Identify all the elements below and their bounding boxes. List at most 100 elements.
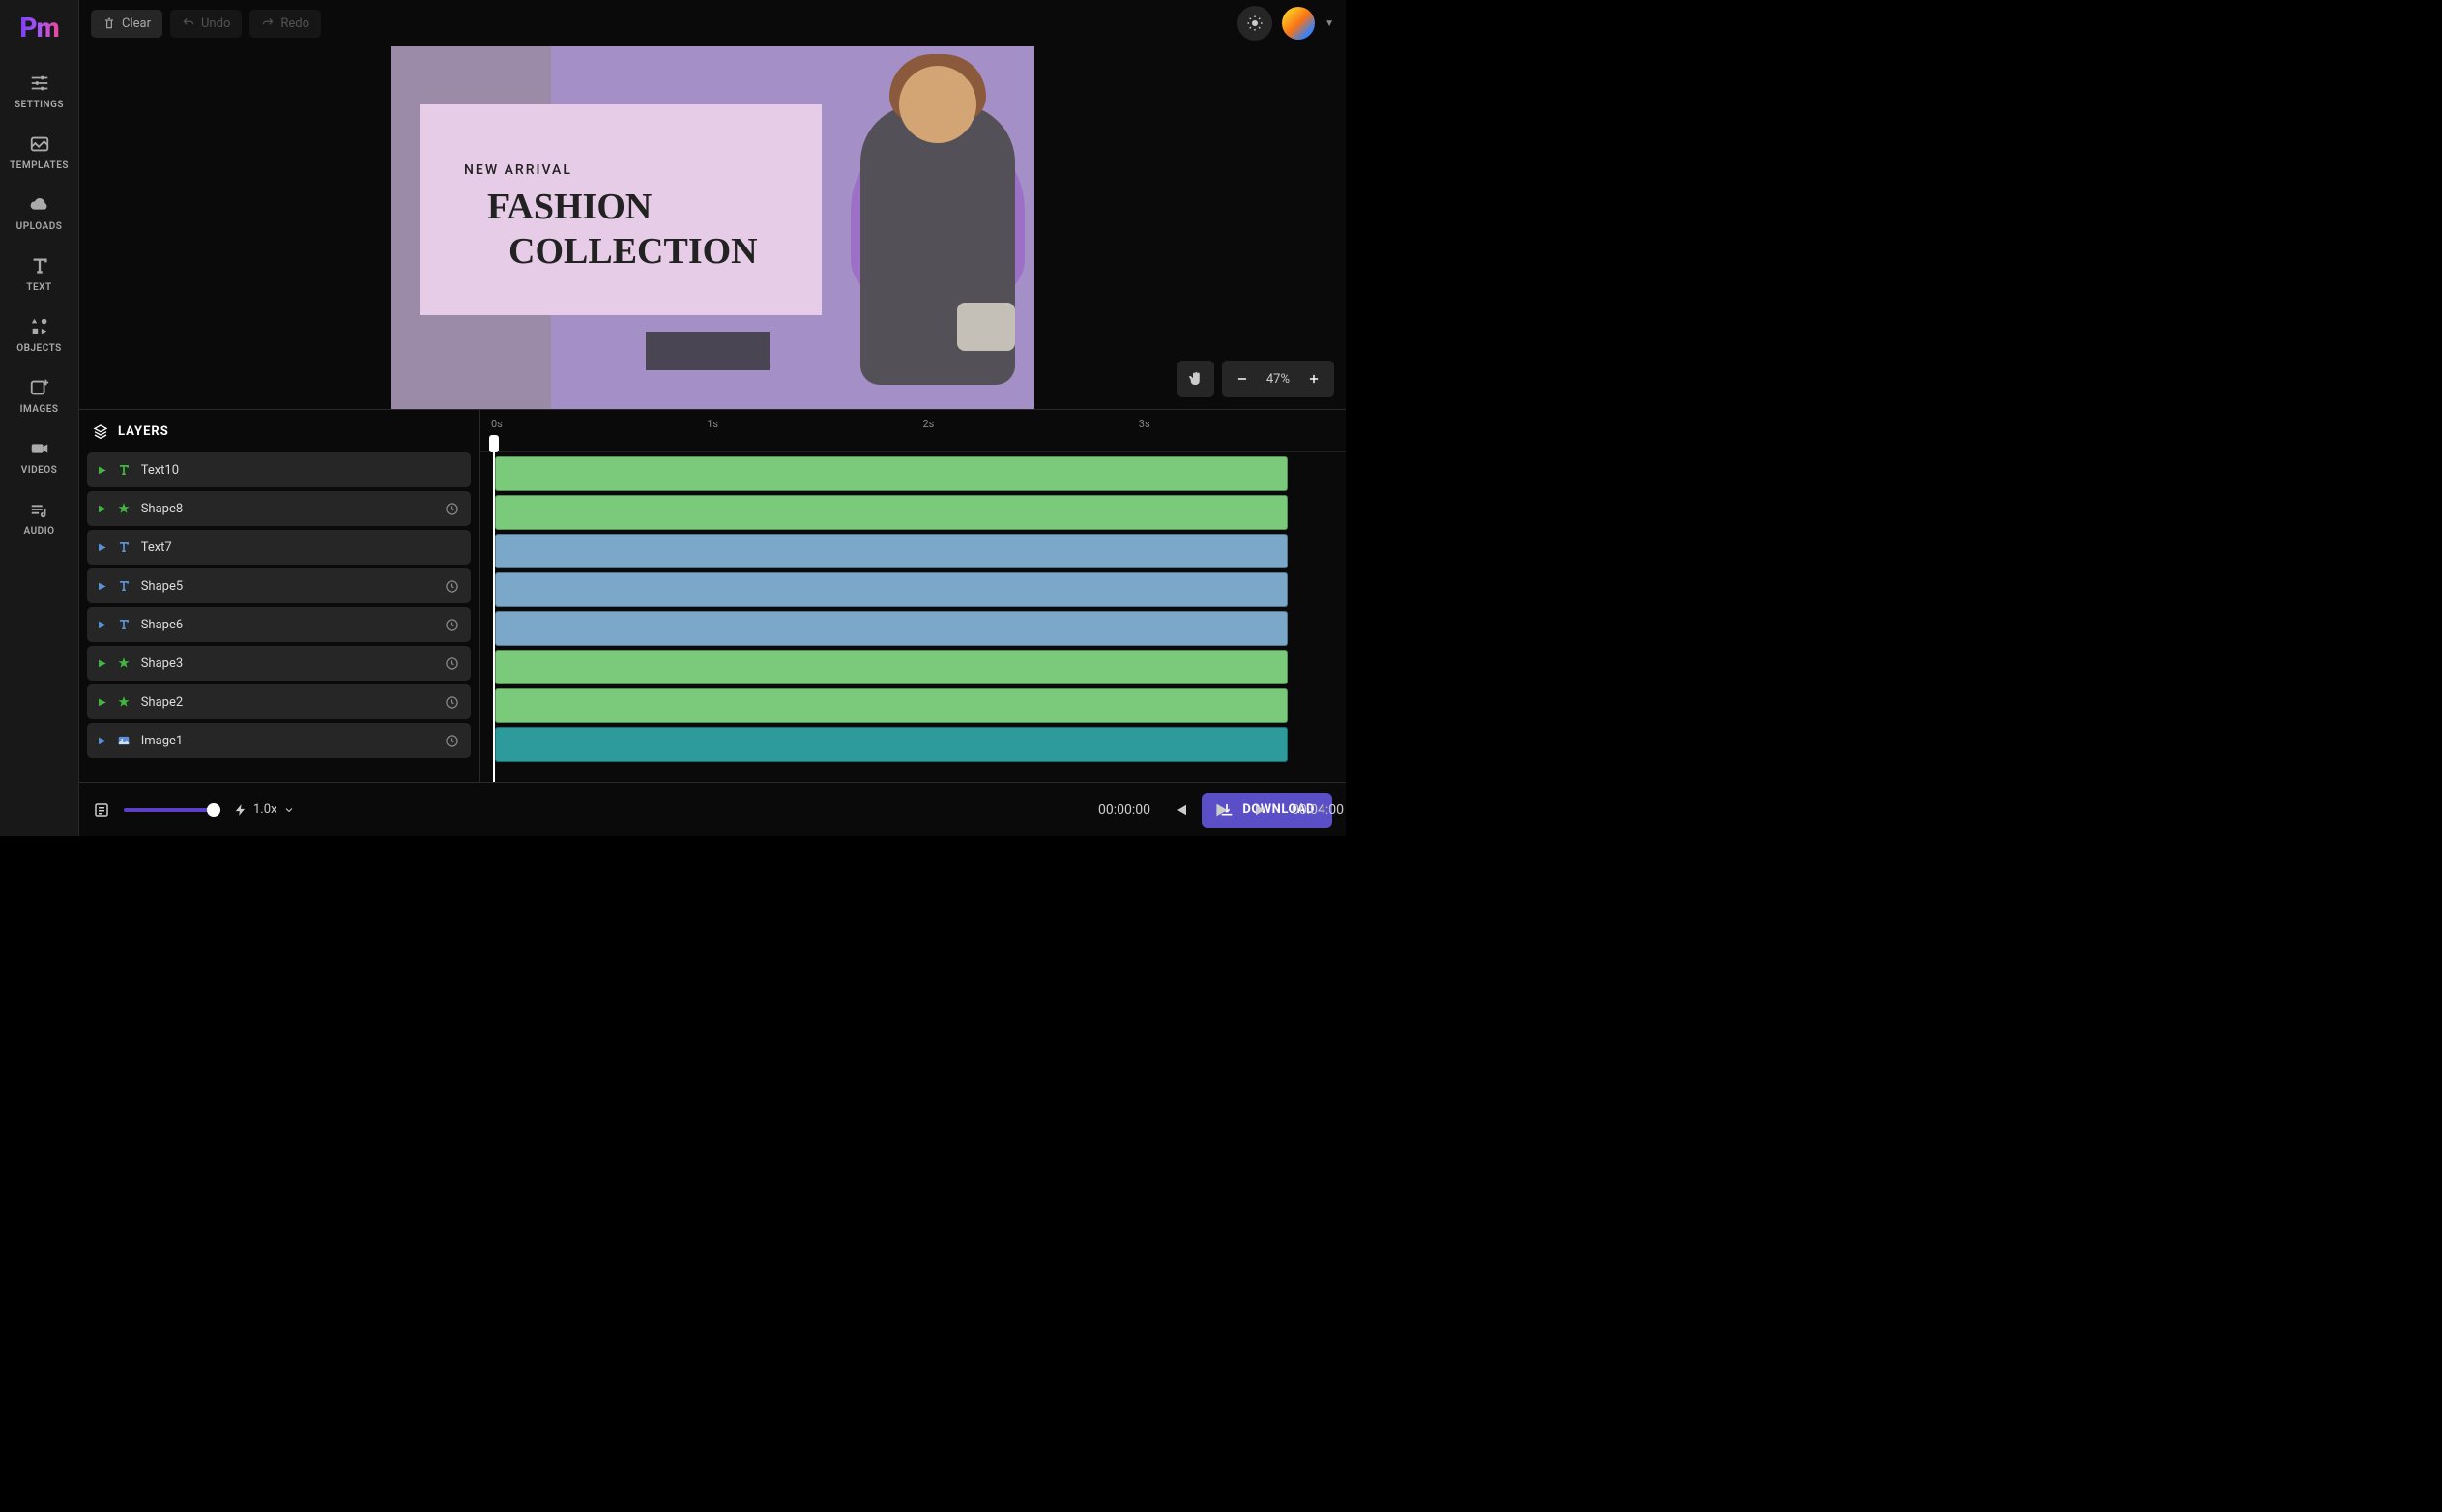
nav-images[interactable]: IMAGES (0, 365, 78, 426)
current-time: 00:00:00 (1098, 802, 1150, 818)
bolt-icon (234, 803, 247, 817)
clear-button[interactable]: Clear (91, 10, 162, 38)
nav-uploads[interactable]: UPLOADS (0, 183, 78, 244)
user-menu-caret[interactable]: ▼ (1324, 18, 1334, 29)
nav-objects[interactable]: OBJECTS (0, 305, 78, 365)
timeline-track[interactable] (480, 688, 1346, 723)
user-avatar[interactable] (1282, 7, 1315, 40)
layer-name: Shape2 (141, 695, 435, 710)
timeline-track[interactable] (480, 611, 1346, 646)
layer-type-icon (116, 655, 131, 671)
clock-icon[interactable] (445, 695, 459, 710)
clock-icon[interactable] (445, 618, 459, 632)
ruler-tick: 3s (1139, 418, 1150, 430)
timeline-ruler[interactable]: 0s1s2s3s4s (480, 410, 1346, 452)
canvas-area: NEW ARRIVAL FASHION COLLECTION 47% (79, 46, 1346, 409)
layer-expand-caret[interactable]: ▶ (99, 581, 106, 592)
layer-expand-caret[interactable]: ▶ (99, 620, 106, 630)
timeline-clip[interactable] (495, 688, 1288, 723)
skip-forward-button[interactable] (1253, 801, 1270, 819)
play-button[interactable] (1210, 800, 1232, 821)
canvas-heading-2: COLLECTION (509, 230, 758, 273)
layer-expand-caret[interactable]: ▶ (99, 504, 106, 514)
tracks-list (480, 452, 1346, 762)
layer-expand-caret[interactable]: ▶ (99, 697, 106, 708)
trash-icon (102, 16, 116, 30)
timeline-track[interactable] (480, 727, 1346, 762)
nav-text[interactable]: TEXT (0, 244, 78, 305)
timeline-track[interactable] (480, 456, 1346, 491)
playback-left: 1.0x (93, 801, 295, 819)
layer-row[interactable]: ▶Shape3 (87, 646, 471, 681)
app-logo: Pm (19, 12, 58, 44)
theme-toggle[interactable] (1237, 6, 1272, 41)
timeline-track[interactable] (480, 495, 1346, 530)
sun-icon (1246, 15, 1264, 32)
layer-row[interactable]: ▶ Shape5 (87, 568, 471, 603)
plus-icon (1307, 372, 1321, 386)
skip-back-button[interactable] (1172, 801, 1189, 819)
speed-control[interactable]: 1.0x (234, 802, 295, 817)
redo-label: Redo (280, 16, 309, 31)
clear-label: Clear (122, 16, 151, 31)
clock-icon[interactable] (445, 656, 459, 671)
playhead-handle[interactable] (489, 435, 499, 452)
timeline-clip[interactable] (495, 534, 1288, 568)
tracks-area: 0s1s2s3s4s (480, 410, 1346, 782)
timeline-clip[interactable] (495, 611, 1288, 646)
timeline-track[interactable] (480, 534, 1346, 568)
timeline-track[interactable] (480, 650, 1346, 684)
undo-button[interactable]: Undo (170, 10, 242, 38)
timeline-clip[interactable] (495, 572, 1288, 607)
chevron-down-icon (283, 804, 295, 816)
slider-thumb[interactable] (207, 803, 220, 817)
layer-row[interactable]: ▶ Text10 (87, 452, 471, 487)
redo-button[interactable]: Redo (249, 10, 321, 38)
timeline-clip[interactable] (495, 495, 1288, 530)
zoom-out-button[interactable] (1228, 372, 1257, 386)
canvas[interactable]: NEW ARRIVAL FASHION COLLECTION (391, 46, 1034, 409)
layer-row[interactable]: ▶ Image1 (87, 723, 471, 758)
audio-icon (29, 499, 50, 520)
cloud-upload-icon (29, 194, 50, 216)
zoom-in-button[interactable] (1299, 372, 1328, 386)
zoom-control: 47% (1222, 361, 1334, 397)
timeline-clip[interactable] (495, 727, 1288, 762)
zoom-level: 47% (1257, 372, 1299, 387)
layer-name: Shape5 (141, 579, 435, 594)
layer-name: Text7 (141, 540, 459, 555)
layer-type-icon (116, 462, 131, 478)
notes-icon[interactable] (93, 801, 110, 819)
clock-icon[interactable] (445, 734, 459, 748)
timeline-clip[interactable] (495, 456, 1288, 491)
volume-slider[interactable] (124, 808, 220, 812)
clock-icon[interactable] (445, 579, 459, 594)
left-sidebar: Pm SETTINGS TEMPLATES UPLOADS TEXT OBJEC… (0, 0, 79, 836)
layer-type-icon (116, 694, 131, 710)
layer-expand-caret[interactable]: ▶ (99, 465, 106, 476)
undo-label: Undo (201, 16, 230, 31)
playback-center: 00:00:00 00:04:00 (1098, 800, 1344, 821)
nav-videos[interactable]: VIDEOS (0, 426, 78, 487)
layer-expand-caret[interactable]: ▶ (99, 542, 106, 553)
layer-name: Image1 (141, 734, 435, 748)
layer-row[interactable]: ▶Shape8 (87, 491, 471, 526)
canvas-subhead: NEW ARRIVAL (464, 162, 572, 178)
nav-label: TEXT (26, 282, 51, 293)
layer-row[interactable]: ▶ Text7 (87, 530, 471, 565)
timeline-track[interactable] (480, 572, 1346, 607)
clock-icon[interactable] (445, 502, 459, 516)
layer-row[interactable]: ▶Shape6 (87, 607, 471, 642)
nav-templates[interactable]: TEMPLATES (0, 122, 78, 183)
layer-row[interactable]: ▶ Shape2 (87, 684, 471, 719)
nav-audio[interactable]: AUDIO (0, 487, 78, 548)
redo-icon (261, 16, 275, 30)
nav-label: SETTINGS (15, 100, 64, 110)
layer-name: Text10 (141, 463, 459, 478)
layer-expand-caret[interactable]: ▶ (99, 736, 106, 746)
layer-expand-caret[interactable]: ▶ (99, 658, 106, 669)
nav-settings[interactable]: SETTINGS (0, 61, 78, 122)
timeline-clip[interactable] (495, 650, 1288, 684)
total-time: 00:04:00 (1292, 802, 1344, 818)
pan-tool-button[interactable] (1177, 361, 1214, 397)
